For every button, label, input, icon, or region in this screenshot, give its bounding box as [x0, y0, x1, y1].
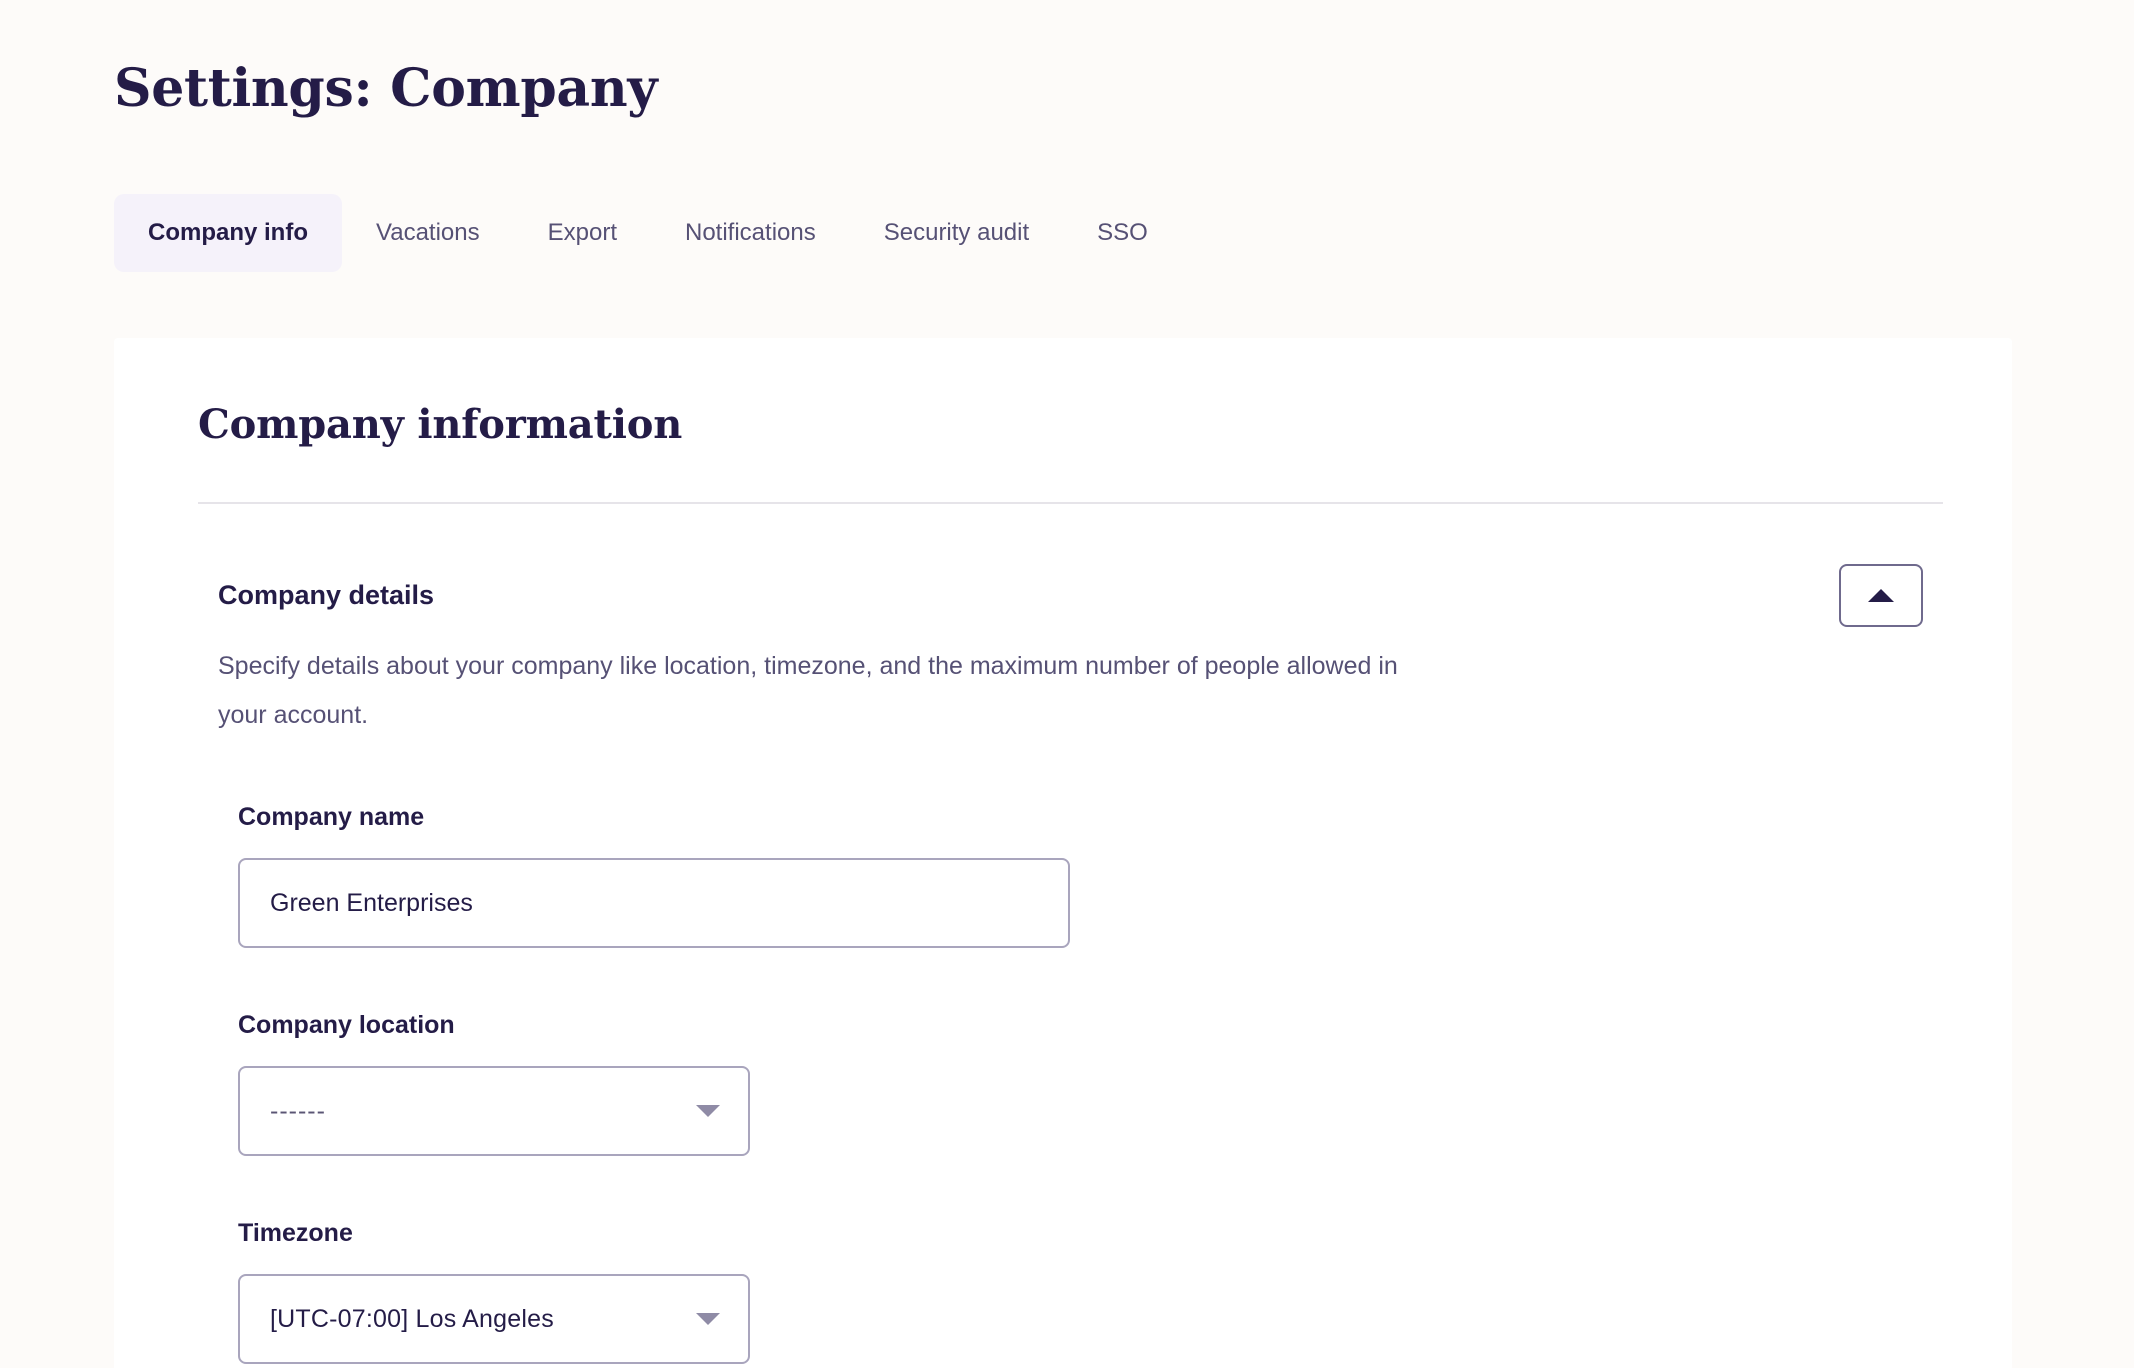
tab-company-info[interactable]: Company info: [114, 194, 342, 272]
collapse-section-button[interactable]: [1839, 564, 1923, 627]
timezone-select-wrap: [UTC-07:00] Los Angeles: [238, 1274, 750, 1364]
company-name-input[interactable]: [238, 858, 1070, 948]
timezone-field: Timezone [UTC-07:00] Los Angeles: [218, 1218, 1928, 1364]
timezone-select[interactable]: [UTC-07:00] Los Angeles: [238, 1274, 750, 1364]
tab-security-audit[interactable]: Security audit: [850, 194, 1063, 272]
settings-company-page: Settings: Company Company info Vacations…: [0, 0, 2134, 1368]
company-location-value: ------: [270, 1097, 326, 1125]
card-heading: Company information: [198, 401, 683, 448]
company-name-field: Company name: [218, 802, 1928, 948]
section-description: Specify details about your company like …: [218, 652, 1398, 729]
company-location-select[interactable]: ------: [238, 1066, 750, 1156]
timezone-label: Timezone: [238, 1219, 353, 1247]
caret-up-icon: [1868, 589, 1894, 602]
company-location-label: Company location: [238, 1011, 455, 1039]
settings-tabs: Company info Vacations Export Notificati…: [114, 194, 1182, 272]
company-name-label: Company name: [238, 803, 425, 831]
page-title: Settings: Company: [114, 58, 658, 119]
section-header: Company details: [218, 564, 1928, 627]
timezone-value: [UTC-07:00] Los Angeles: [270, 1305, 554, 1333]
company-location-select-wrap: ------: [238, 1066, 750, 1156]
tab-notifications[interactable]: Notifications: [651, 194, 850, 272]
heading-divider: [198, 502, 1943, 504]
company-information-card: Company information Company details Spec…: [114, 338, 2012, 1368]
section-title: Company details: [218, 580, 435, 610]
tab-vacations[interactable]: Vacations: [342, 194, 514, 272]
company-details-section: Company details Specify details about yo…: [198, 564, 1928, 1364]
company-location-field: Company location ------: [218, 1010, 1928, 1156]
tab-export[interactable]: Export: [514, 194, 651, 272]
tab-sso[interactable]: SSO: [1063, 194, 1182, 272]
